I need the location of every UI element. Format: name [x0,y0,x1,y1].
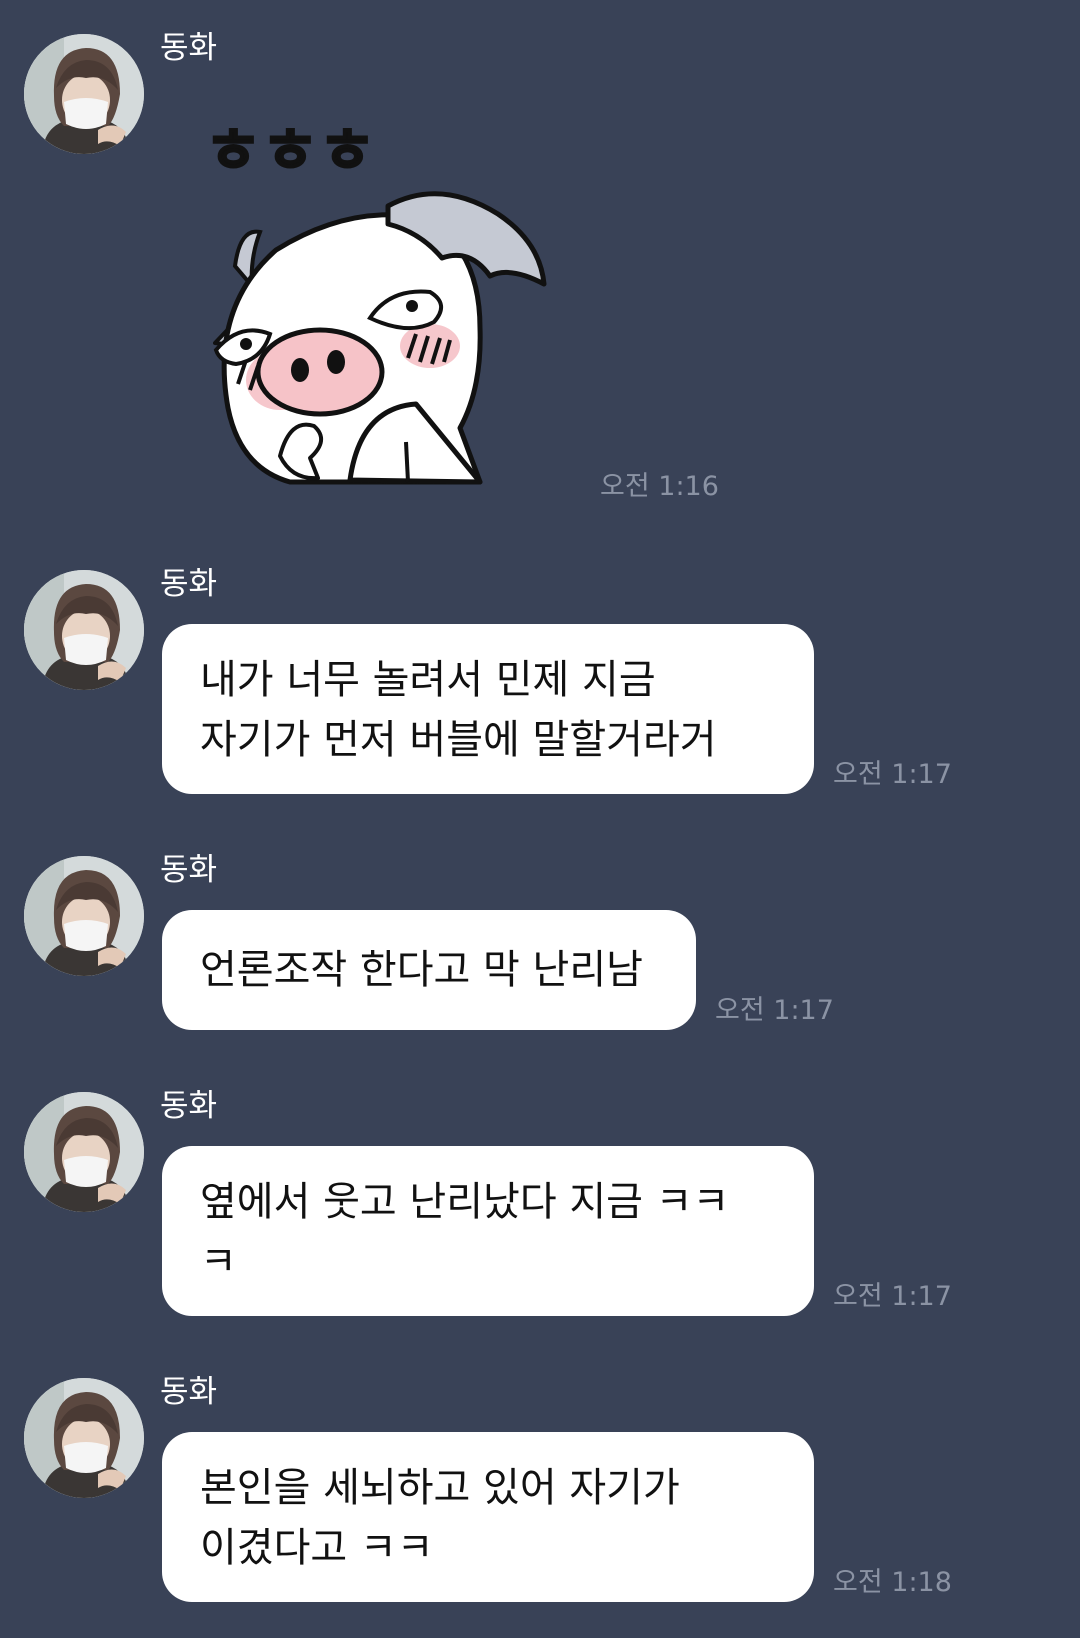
sender-name: 동화 [160,30,218,66]
message-bubble[interactable]: 본인을 세뇌하고 있어 자기가 이겼다고 ㅋㅋ [162,1432,814,1602]
timestamp: 오전 1:17 [833,759,952,790]
message-bubble[interactable]: 언론조작 한다고 막 난리남 [162,910,696,1030]
avatar[interactable] [24,1092,144,1212]
pig-sticker[interactable]: ㅎㅎㅎ [180,108,560,492]
sender-name: 동화 [160,566,218,602]
message-bubble[interactable]: 옆에서 웃고 난리났다 지금 ㅋㅋ ㅋ [162,1146,814,1316]
timestamp: 오전 1:18 [833,1567,952,1598]
avatar[interactable] [24,34,144,154]
avatar[interactable] [24,1378,144,1498]
sender-name: 동화 [160,1374,218,1410]
message-bubble[interactable]: 내가 너무 놀려서 민제 지금 자기가 먼저 버블에 말할거라거 [162,624,814,794]
sender-name: 동화 [160,852,218,888]
timestamp: 오전 1:17 [833,1281,952,1312]
timestamp: 오전 1:17 [715,995,834,1026]
avatar[interactable] [24,856,144,976]
avatar[interactable] [24,570,144,690]
sticker-caption: ㅎㅎㅎ [204,114,375,187]
timestamp: 오전 1:16 [600,471,719,502]
sender-name: 동화 [160,1088,218,1124]
